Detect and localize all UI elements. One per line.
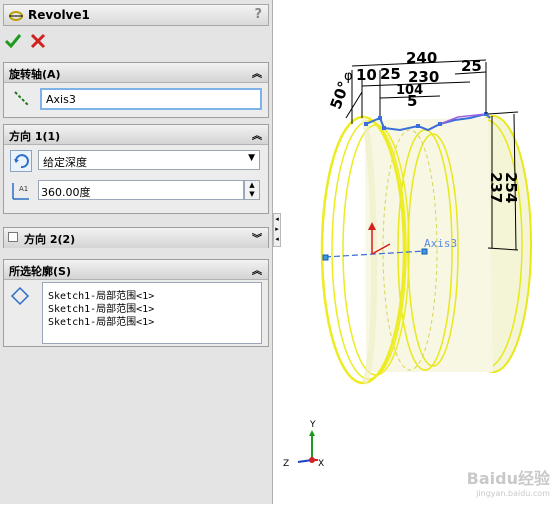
collapse-chevron-icon[interactable]: ︽ xyxy=(252,127,262,142)
dim-25-left[interactable]: 25 xyxy=(380,65,401,83)
direction1-group-header[interactable]: 方向 1(1) ︽ xyxy=(4,125,268,145)
collapse-chevron-icon[interactable]: ︽ xyxy=(252,262,262,277)
axis-group-header[interactable]: 旋转轴(A) ︽ xyxy=(4,63,268,83)
dim-5[interactable]: 5 xyxy=(407,92,417,110)
triad-x-label: X xyxy=(318,459,324,469)
watermark-text: Baidu经验 xyxy=(466,469,550,488)
direction2-group: 方向 2(2) ︾ xyxy=(3,227,269,248)
list-item[interactable]: Sketch1-局部范围<1> xyxy=(48,313,154,328)
dim-240[interactable]: 240 xyxy=(406,49,437,67)
collapse-chevron-icon[interactable]: ︽ xyxy=(252,65,262,80)
angle-icon: A1 xyxy=(12,183,29,200)
contour-diamond-icon xyxy=(10,286,30,306)
angle-value: 360.00度 xyxy=(41,186,91,199)
axis-label: Axis3 xyxy=(424,237,457,250)
property-manager: Revolve1 ? 旋转轴(A) ︽ Axis3 方向 1(1) ︽ 给定深度… xyxy=(0,0,273,504)
end-condition-value: 给定深度 xyxy=(43,156,87,169)
angle-input[interactable]: 360.00度 xyxy=(38,180,244,200)
direction2-group-title: 方向 2(2) xyxy=(24,233,76,246)
model-canvas[interactable]: Axis3 240 25 25 230 104 10 φ 5 50° 254 2… xyxy=(281,0,558,504)
direction1-group: 方向 1(1) ︽ 给定深度 ▼ A1 360.00度 ▲ ▼ xyxy=(3,124,269,214)
expand-chevron-icon[interactable]: ︾ xyxy=(252,230,262,245)
feature-title: Revolve1 xyxy=(28,8,90,22)
graphics-viewport[interactable]: Axis3 240 25 25 230 104 10 φ 5 50° 254 2… xyxy=(281,0,558,504)
panel-collapse-handle[interactable]: ◂ ▸ ◂ xyxy=(273,213,281,247)
dim-237[interactable]: 237 xyxy=(487,172,505,203)
watermark-sub: jingyan.baidu.com xyxy=(476,489,550,498)
triad-y-label: Y xyxy=(309,420,316,430)
cancel-x-icon[interactable] xyxy=(29,32,47,50)
axis-line-icon xyxy=(14,91,30,107)
axis-group-title: 旋转轴(A) xyxy=(9,68,61,81)
axis-selection-field[interactable]: Axis3 xyxy=(40,88,262,110)
help-button[interactable]: ? xyxy=(254,7,262,22)
reverse-direction-icon[interactable] xyxy=(10,150,32,172)
direction2-group-header[interactable]: 方向 2(2) ︾ xyxy=(4,228,268,248)
direction1-group-title: 方向 1(1) xyxy=(9,130,61,143)
selected-contours-group: 所选轮廓(S) ︽ Sketch1-局部范围<1> Sketch1-局部范围<1… xyxy=(3,259,269,347)
dim-10[interactable]: 10 xyxy=(356,66,377,84)
angle-spinner[interactable]: ▲ ▼ xyxy=(244,180,260,200)
dropdown-arrow-icon[interactable]: ▼ xyxy=(248,153,255,163)
ok-check-icon[interactable] xyxy=(4,32,22,50)
dim-phi[interactable]: φ xyxy=(344,69,353,84)
feature-title-bar: Revolve1 ? xyxy=(3,4,269,26)
axis-endpoint xyxy=(322,254,329,261)
dim-50-deg[interactable]: 50° xyxy=(327,79,354,112)
contours-group-header[interactable]: 所选轮廓(S) ︽ xyxy=(4,260,268,280)
revolve-feature-icon xyxy=(9,11,23,21)
axis-of-revolution-group: 旋转轴(A) ︽ Axis3 xyxy=(3,62,269,118)
axis-selection-value: Axis3 xyxy=(46,93,76,106)
watermark: Baidu经验 jingyan.baidu.com xyxy=(467,465,550,498)
end-condition-select[interactable]: 给定深度 ▼ xyxy=(38,150,260,170)
triad-z-label: Z xyxy=(283,459,289,469)
contours-list[interactable]: Sketch1-局部范围<1> Sketch1-局部范围<1> Sketch1-… xyxy=(42,282,262,344)
direction2-checkbox[interactable] xyxy=(8,232,18,242)
dim-25-right[interactable]: 25 xyxy=(461,57,482,75)
reference-triad[interactable]: Y Z X xyxy=(283,420,324,469)
contours-group-title: 所选轮廓(S) xyxy=(9,265,71,278)
svg-text:A1: A1 xyxy=(19,185,28,193)
